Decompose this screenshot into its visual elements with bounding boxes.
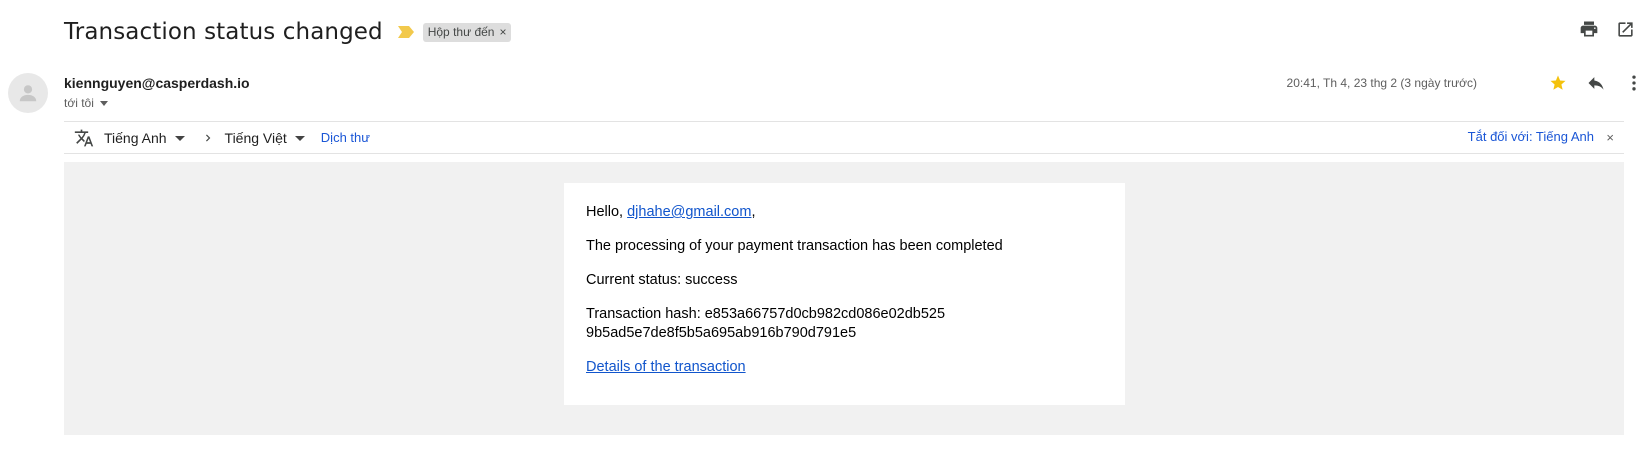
source-language-select[interactable]: Tiếng Anh <box>104 130 185 146</box>
close-translate-bar-icon[interactable]: × <box>1606 130 1614 145</box>
print-icon[interactable] <box>1578 18 1600 40</box>
greeting-suffix: , <box>751 204 756 220</box>
chevron-right-icon <box>201 131 215 145</box>
person-icon <box>19 85 37 102</box>
importance-marker-icon[interactable] <box>397 25 415 39</box>
transaction-hash: Transaction hash: e853a66757d0cb982cd086… <box>586 305 1103 343</box>
email-view: Transaction status changed Hộp thư đến × <box>0 0 1651 458</box>
reply-icon[interactable] <box>1585 72 1607 94</box>
turn-off-translation-link[interactable]: Tắt đối với: Tiếng Anh <box>1468 129 1594 144</box>
completion-message: The processing of your payment transacti… <box>586 238 1003 254</box>
label-chip-inbox[interactable]: Hộp thư đến × <box>422 22 512 42</box>
dropdown-caret-icon <box>294 135 305 141</box>
email-body-card: Hello, djhahe@gmail.com, The processing … <box>564 183 1125 405</box>
status-line: Current status: success <box>586 272 738 288</box>
more-options-icon[interactable] <box>1623 72 1645 94</box>
recipient-email-link[interactable]: djhahe@gmail.com <box>627 204 751 220</box>
target-language-label: Tiếng Việt <box>224 129 287 146</box>
email-subject: Transaction status changed <box>64 19 383 45</box>
translate-bar: Tiếng Anh Tiếng Việt Dịch thư Tắt đối vớ… <box>64 121 1624 154</box>
message-actions <box>1547 72 1645 94</box>
show-details-caret-icon[interactable] <box>99 101 108 106</box>
label-chip-text: Hộp thư đến <box>427 25 495 39</box>
greeting-line: Hello, djhahe@gmail.com, <box>586 203 1103 222</box>
transaction-hash-line-1: Transaction hash: e853a66757d0cb982cd086… <box>586 306 946 322</box>
star-icon[interactable] <box>1547 72 1569 94</box>
dropdown-caret-icon <box>174 135 185 141</box>
subject-row: Transaction status changed Hộp thư đến × <box>64 14 512 50</box>
greeting-prefix: Hello, <box>586 204 624 220</box>
details-paragraph: Details of the transaction <box>586 358 1103 377</box>
label-remove-icon[interactable]: × <box>499 26 506 38</box>
recipient-line: tới tôi <box>64 96 108 110</box>
email-date[interactable]: 20:41, Th 4, 23 thg 2 (3 ngày trước) <box>1287 76 1477 90</box>
open-in-new-window-icon[interactable] <box>1614 18 1636 40</box>
sender-avatar[interactable] <box>8 73 48 113</box>
translate-icon <box>74 128 94 148</box>
transaction-details-link[interactable]: Details of the transaction <box>586 359 746 375</box>
sender-email[interactable]: kiennguyen@casperdash.io <box>64 75 250 91</box>
transaction-hash-line-2: 9b5ad5e7de8f5b5a695ab916b790d791e5 <box>586 325 857 341</box>
translate-message-link[interactable]: Dịch thư <box>321 130 370 145</box>
target-language-select[interactable]: Tiếng Việt <box>225 130 305 146</box>
header-actions <box>1578 18 1636 40</box>
recipient-text: tới tôi <box>64 96 94 110</box>
source-language-label: Tiếng Anh <box>104 129 167 146</box>
